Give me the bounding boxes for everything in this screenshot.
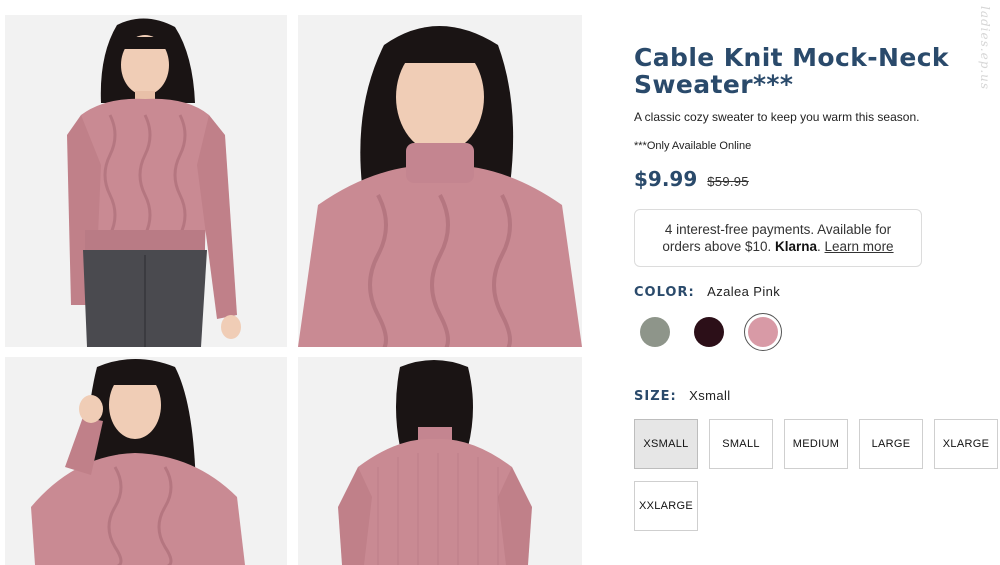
swatch-burgundy-wrapper: [690, 313, 728, 351]
size-option-xxlarge[interactable]: XXLARGE: [634, 481, 698, 531]
color-swatch-sage[interactable]: [640, 317, 670, 347]
product-details: Cable Knit Mock-Neck Sweater*** A classi…: [634, 43, 998, 531]
klarna-banner: 4 interest-free payments. Available for …: [634, 209, 922, 267]
size-selected-value: Xsmall: [689, 388, 731, 403]
product-gallery: [0, 0, 600, 565]
size-option-xsmall[interactable]: XSMALL: [634, 419, 698, 469]
product-image-pose[interactable]: [5, 357, 287, 565]
color-selector: COLOR: Azalea Pink: [634, 283, 994, 351]
size-label: SIZE:: [634, 389, 677, 404]
color-selected-value: Azalea Pink: [707, 284, 781, 299]
product-title: Cable Knit Mock-Neck Sweater***: [634, 43, 949, 99]
size-option-large[interactable]: LARGE: [859, 419, 923, 469]
original-price: $59.95: [707, 174, 749, 189]
product-description: A classic cozy sweater to keep you warm …: [634, 110, 920, 124]
color-swatches: [636, 313, 994, 351]
klarna-learn-more-link[interactable]: Learn more: [825, 239, 894, 254]
product-image-front[interactable]: [5, 15, 287, 347]
klarna-text: 4 interest-free payments. Available for …: [649, 221, 907, 255]
klarna-brand: Klarna: [774, 239, 818, 254]
color-swatch-burgundy[interactable]: [694, 317, 724, 347]
size-selector: SIZE: Xsmall XSMALL SMALL MEDIUM LARGE X…: [634, 387, 998, 531]
product-image-closeup[interactable]: [298, 15, 582, 347]
size-option-small[interactable]: SMALL: [709, 419, 773, 469]
watermark: ladies.ep.us: [978, 6, 992, 91]
color-swatch-azalea-pink[interactable]: [748, 317, 778, 347]
swatch-sage-wrapper: [636, 313, 674, 351]
sale-price: $9.99: [634, 167, 698, 191]
product-image-back[interactable]: [298, 357, 582, 565]
size-option-medium[interactable]: MEDIUM: [784, 419, 848, 469]
size-options: XSMALL SMALL MEDIUM LARGE XLARGE XXLARGE: [634, 419, 1000, 531]
availability-note: ***Only Available Online: [634, 140, 752, 152]
price-row: $9.99 $59.95: [634, 167, 994, 191]
size-option-xlarge[interactable]: XLARGE: [934, 419, 998, 469]
swatch-azalea-pink-wrapper: [744, 313, 782, 351]
color-label: COLOR:: [634, 285, 695, 300]
klarna-dot: .: [817, 239, 825, 254]
